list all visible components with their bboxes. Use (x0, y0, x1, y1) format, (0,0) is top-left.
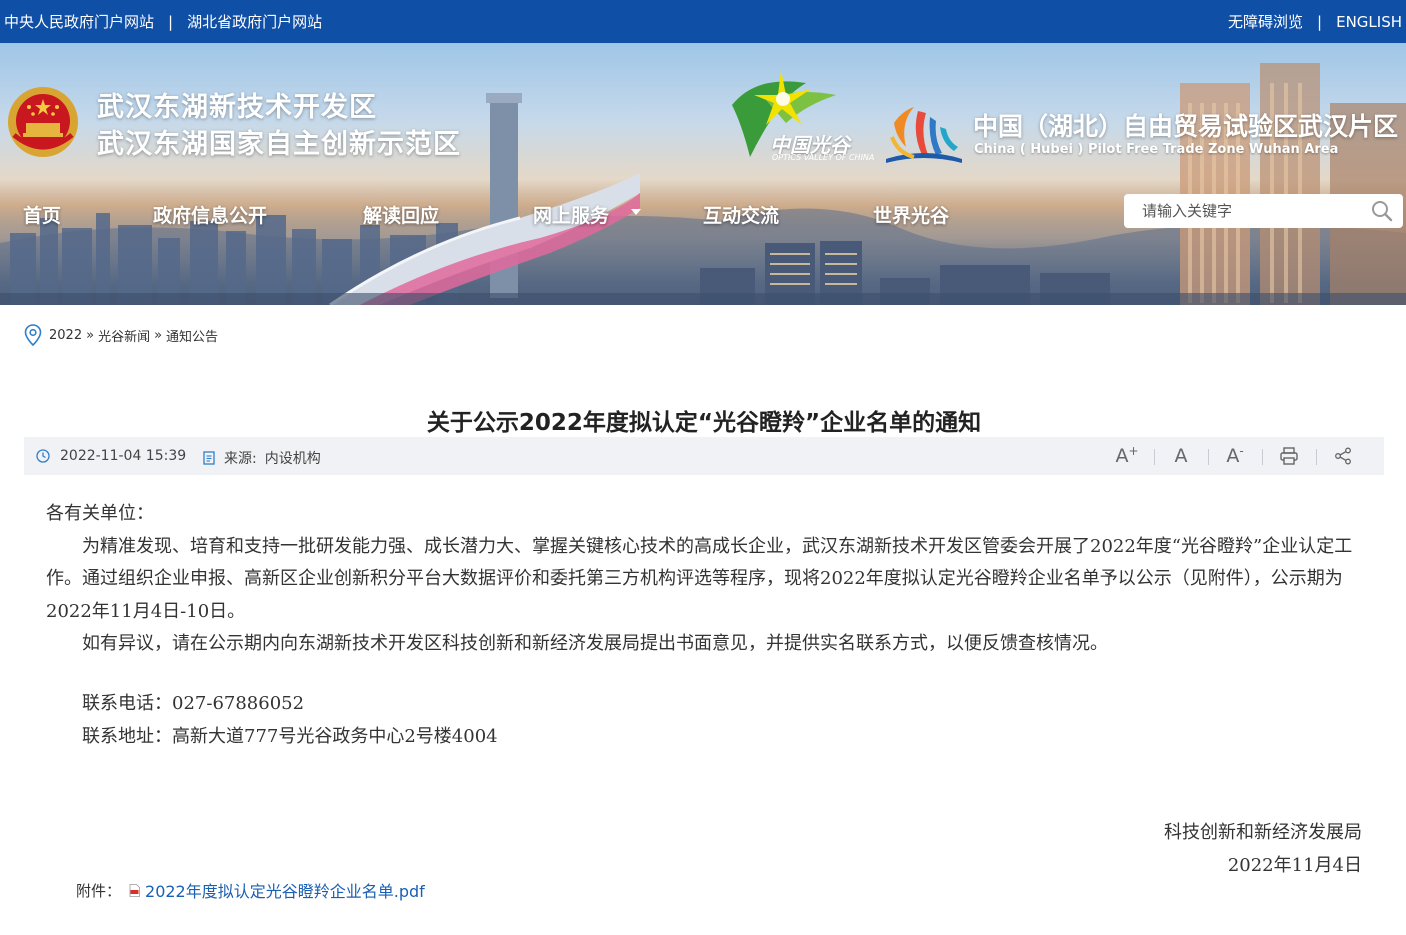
breadcrumb-separator: » (154, 327, 163, 343)
article-date: 2022-11-04 15:39 (36, 448, 186, 464)
article-body: 各有关单位： 为精准发现、培育和支持一批研发能力强、成长潜力大、掌握关键核心技术… (46, 498, 1364, 661)
english-link[interactable]: ENGLISH (1336, 13, 1402, 31)
print-icon (1280, 447, 1298, 465)
ftz-subtitle: China ( Hubei ) Pilot Free Trade Zone Wu… (974, 142, 1339, 157)
signature-date: 2022年11月4日 (1227, 854, 1362, 876)
nav-item-interpretation[interactable]: 解读回应 (363, 201, 439, 228)
article-tools: A + A A- (1100, 444, 1370, 467)
article-meta-bar: 2022-11-04 15:39 来源: 内设机构 A + A A- (24, 437, 1384, 475)
chevron-down-icon (631, 209, 641, 215)
font-size-decrease-button[interactable]: A- (1208, 444, 1262, 467)
article-title: 关于公示2022年度拟认定“光谷瞪羚”企业名单的通知 (426, 410, 982, 436)
nav-item-interaction[interactable]: 互动交流 (703, 201, 779, 228)
article-source: 来源: 内设机构 (202, 448, 321, 468)
top-bar-right-links: 无障碍浏览 | ENGLISH (1228, 11, 1402, 32)
breadcrumb: 2022 » 光谷新闻 » 通知公告 (24, 324, 218, 346)
national-emblem-icon (8, 87, 78, 157)
article-source-label: 来源: (224, 451, 257, 467)
clock-icon (36, 449, 50, 463)
font-increase-sign: + (1128, 444, 1139, 458)
article-source-value: 内设机构 (264, 451, 321, 467)
site-title-line2: 武汉东湖国家自主创新示范区 (97, 129, 461, 160)
nav-item-world-optics-valley[interactable]: 世界光谷 (873, 201, 949, 228)
nav-item-gov-info[interactable]: 政府信息公开 (153, 201, 267, 228)
article-signature: 科技创新和新经济发展局 2022年11月4日 (1164, 817, 1362, 882)
separator: | (168, 12, 174, 31)
separator: | (1317, 12, 1323, 31)
attachment-label: 附件： (76, 881, 122, 900)
optics-valley-logo-subtext: OPTICS VALLEY OF CHINA (772, 153, 875, 162)
free-trade-zone-logo-icon[interactable] (884, 103, 964, 165)
font-decrease-sign: - (1239, 444, 1244, 458)
contact-address: 联系地址：高新大道777号光谷政务中心2号楼4004 (82, 725, 498, 747)
pdf-file-icon (129, 883, 140, 897)
site-title[interactable]: 武汉东湖新技术开发区 武汉东湖国家自主创新示范区 (97, 89, 461, 163)
city-skyline-image (0, 63, 1406, 305)
top-bar-left-links: 中央人民政府门户网站 | 湖北省政府门户网站 (4, 11, 322, 32)
breadcrumb-item-news[interactable]: 光谷新闻 (98, 326, 150, 345)
breadcrumb-separator: » (86, 327, 95, 343)
share-button[interactable] (1316, 445, 1370, 467)
location-pin-icon (24, 324, 42, 346)
article-paragraph: 为精准发现、培育和支持一批研发能力强、成长潜力大、掌握关键核心技术的高成长企业，… (46, 535, 1353, 622)
nav-item-online-service[interactable]: 网上服务 (533, 201, 609, 228)
article-salutation: 各有关单位： (46, 503, 154, 524)
font-decrease-label: A (1226, 445, 1240, 467)
accessibility-link[interactable]: 无障碍浏览 (1228, 11, 1303, 32)
breadcrumb-item-notices[interactable]: 通知公告 (166, 326, 218, 345)
print-button[interactable] (1262, 445, 1316, 467)
font-size-increase-button[interactable]: A + (1100, 444, 1154, 467)
signature-org: 科技创新和新经济发展局 (1164, 822, 1362, 843)
central-gov-portal-link[interactable]: 中央人民政府门户网站 (4, 11, 154, 32)
search-box (1124, 194, 1403, 228)
article-container: 2022 » 光谷新闻 » 通知公告 关于公示2022年度拟认定“光谷瞪羚”企业… (6, 305, 1402, 935)
header-banner: 武汉东湖新技术开发区 武汉东湖国家自主创新示范区 中国光谷 OPTICS VAL… (0, 43, 1406, 305)
contact-phone: 联系电话：027-67886052 (82, 693, 305, 714)
article-contacts: 联系电话：027-67886052 联系地址：高新大道777号光谷政务中心2号楼… (46, 688, 498, 753)
font-default-label: A (1174, 445, 1188, 467)
attachment: 附件： 2022年度拟认定光谷瞪羚企业名单.pdf (76, 878, 425, 902)
font-increase-label: A (1115, 445, 1129, 467)
document-icon (203, 451, 215, 465)
hubei-gov-portal-link[interactable]: 湖北省政府门户网站 (187, 11, 322, 32)
site-title-line1: 武汉东湖新技术开发区 (97, 92, 377, 123)
font-size-default-button[interactable]: A (1154, 445, 1208, 467)
attachment-file-link[interactable]: 2022年度拟认定光谷瞪羚企业名单.pdf (145, 878, 425, 902)
top-bar: 中央人民政府门户网站 | 湖北省政府门户网站 无障碍浏览 | ENGLISH (0, 0, 1406, 43)
search-input[interactable] (1142, 201, 1362, 221)
search-icon[interactable] (1371, 200, 1393, 222)
share-icon (1335, 447, 1351, 465)
breadcrumb-item-2022[interactable]: 2022 (49, 328, 82, 343)
article-paragraph: 如有异议，请在公示期内向东湖新技术开发区科技创新和新经济发展局提出书面意见，并提… (82, 633, 1108, 654)
article-date-value: 2022-11-04 15:39 (60, 448, 187, 464)
nav-item-home[interactable]: 首页 (23, 201, 61, 228)
ftz-title[interactable]: 中国（湖北）自由贸易试验区武汉片区 (973, 107, 1398, 143)
